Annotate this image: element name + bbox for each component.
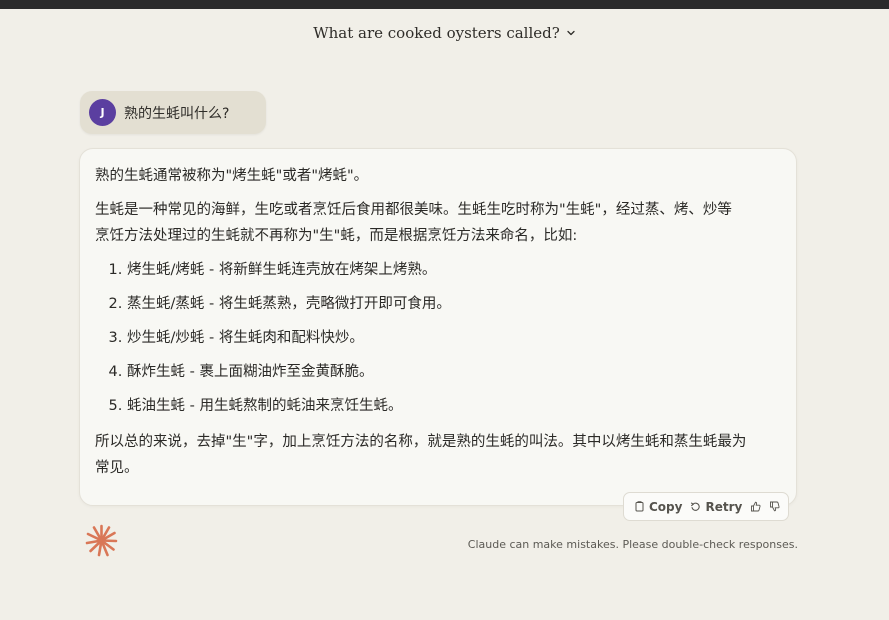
assistant-intro: 熟的生蚝通常被称为"烤生蚝"或者"烤蚝"。 — [95, 168, 369, 184]
conversation-title-dropdown[interactable]: What are cooked oysters called? — [313, 24, 576, 42]
list-item: 酥炸生蚝 - 裹上面糊油炸至金黄酥脆。 — [127, 359, 781, 385]
thumbs-down-button[interactable] — [769, 501, 780, 512]
claude-logo-icon — [85, 524, 118, 557]
list-item: 蒸生蚝/蒸蚝 - 将生蚝蒸熟，壳略微打开即可食用。 — [127, 291, 781, 317]
window-top-bar — [0, 0, 889, 9]
avatar: J — [89, 99, 116, 126]
retry-label: Retry — [705, 499, 743, 514]
cooking-methods-list: 烤生蚝/烤蚝 - 将新鲜生蚝连壳放在烤架上烤熟。 蒸生蚝/蒸蚝 - 将生蚝蒸熟，… — [95, 257, 781, 419]
thumbs-up-button[interactable] — [750, 501, 761, 512]
retry-icon — [691, 502, 701, 511]
assistant-conclusion: 所以总的来说，去掉"生"字，加上烹饪方法的名称，就是熟的生蚝的叫法。其中以烤生蚝… — [95, 434, 747, 476]
user-message-text: 熟的生蚝叫什么? — [124, 105, 230, 122]
copy-label: Copy — [649, 499, 683, 514]
assistant-paragraph: 生蚝是一种常见的海鲜，生吃或者烹饪后食用都很美味。生蚝生吃时称为"生蚝"，经过蒸… — [95, 202, 732, 244]
thumbs-down-icon — [770, 501, 780, 512]
header: What are cooked oysters called? — [0, 24, 889, 42]
list-item: 蚝油生蚝 - 用生蚝熬制的蚝油来烹饪生蚝。 — [127, 393, 781, 419]
assistant-message: 熟的生蚝通常被称为"烤生蚝"或者"烤蚝"。 生蚝是一种常见的海鲜，生吃或者烹饪后… — [79, 148, 797, 506]
user-message: J 熟的生蚝叫什么? — [80, 91, 266, 134]
list-item: 炒生蚝/炒蚝 - 将生蚝肉和配料快炒。 — [127, 325, 781, 351]
copy-button[interactable]: Copy — [634, 500, 682, 514]
thumbs-up-icon — [751, 501, 761, 512]
conversation-title: What are cooked oysters called? — [313, 24, 560, 42]
message-actions: Copy Retry — [623, 492, 789, 521]
retry-button[interactable]: Retry — [690, 500, 742, 514]
chevron-down-icon — [567, 30, 575, 36]
list-item: 烤生蚝/烤蚝 - 将新鲜生蚝连壳放在烤架上烤熟。 — [127, 257, 781, 283]
copy-icon — [635, 501, 644, 512]
disclaimer-text: Claude can make mistakes. Please double-… — [467, 538, 798, 551]
